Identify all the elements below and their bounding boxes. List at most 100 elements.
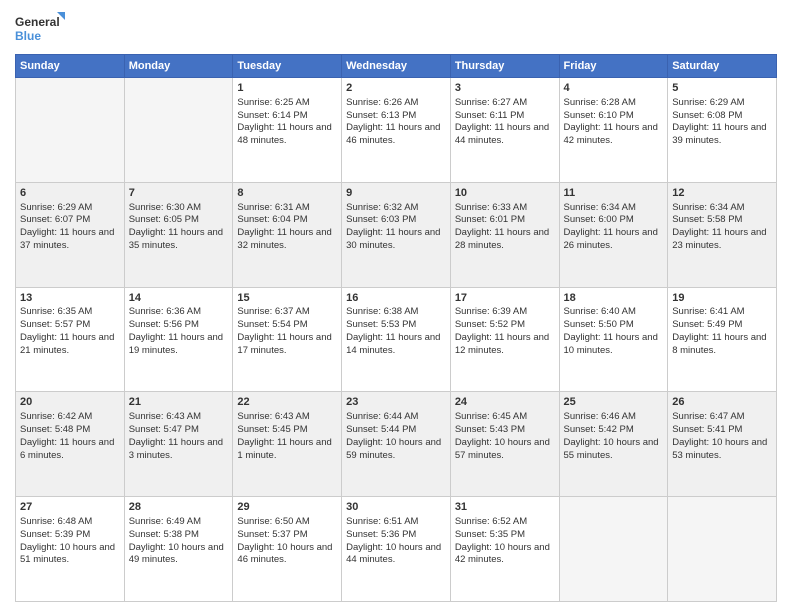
- day-info: Sunset: 5:49 PM: [672, 319, 772, 332]
- calendar-cell: 12Sunrise: 6:34 AMSunset: 5:58 PMDayligh…: [668, 182, 777, 287]
- day-info: Sunset: 6:14 PM: [237, 110, 337, 123]
- day-info: Daylight: 11 hours and 37 minutes.: [20, 227, 120, 253]
- day-info: Sunset: 5:48 PM: [20, 424, 120, 437]
- day-info: Sunrise: 6:43 AM: [237, 411, 337, 424]
- day-number: 31: [455, 500, 555, 515]
- day-info: Sunset: 6:11 PM: [455, 110, 555, 123]
- day-number: 9: [346, 186, 446, 201]
- day-number: 27: [20, 500, 120, 515]
- day-info: Sunset: 5:38 PM: [129, 529, 229, 542]
- calendar-cell: 19Sunrise: 6:41 AMSunset: 5:49 PMDayligh…: [668, 287, 777, 392]
- day-info: Sunrise: 6:41 AM: [672, 306, 772, 319]
- weekday-header-saturday: Saturday: [668, 55, 777, 78]
- day-info: Daylight: 11 hours and 32 minutes.: [237, 227, 337, 253]
- calendar-cell: 1Sunrise: 6:25 AMSunset: 6:14 PMDaylight…: [233, 78, 342, 183]
- calendar-cell: 6Sunrise: 6:29 AMSunset: 6:07 PMDaylight…: [16, 182, 125, 287]
- day-number: 5: [672, 81, 772, 96]
- day-info: Daylight: 11 hours and 26 minutes.: [564, 227, 664, 253]
- day-info: Sunrise: 6:29 AM: [672, 97, 772, 110]
- day-info: Sunset: 5:39 PM: [20, 529, 120, 542]
- calendar-cell: 28Sunrise: 6:49 AMSunset: 5:38 PMDayligh…: [124, 497, 233, 602]
- calendar-cell: 20Sunrise: 6:42 AMSunset: 5:48 PMDayligh…: [16, 392, 125, 497]
- day-info: Sunrise: 6:38 AM: [346, 306, 446, 319]
- calendar-cell: 22Sunrise: 6:43 AMSunset: 5:45 PMDayligh…: [233, 392, 342, 497]
- day-number: 21: [129, 395, 229, 410]
- day-number: 14: [129, 291, 229, 306]
- day-info: Sunrise: 6:39 AM: [455, 306, 555, 319]
- day-info: Daylight: 10 hours and 57 minutes.: [455, 437, 555, 463]
- day-info: Sunrise: 6:44 AM: [346, 411, 446, 424]
- calendar-cell: 25Sunrise: 6:46 AMSunset: 5:42 PMDayligh…: [559, 392, 668, 497]
- day-number: 24: [455, 395, 555, 410]
- day-info: Daylight: 11 hours and 28 minutes.: [455, 227, 555, 253]
- day-info: Daylight: 11 hours and 1 minute.: [237, 437, 337, 463]
- calendar-cell: 24Sunrise: 6:45 AMSunset: 5:43 PMDayligh…: [450, 392, 559, 497]
- day-info: Daylight: 11 hours and 30 minutes.: [346, 227, 446, 253]
- day-info: Sunset: 5:50 PM: [564, 319, 664, 332]
- day-info: Sunrise: 6:51 AM: [346, 516, 446, 529]
- day-number: 26: [672, 395, 772, 410]
- day-info: Sunset: 5:53 PM: [346, 319, 446, 332]
- calendar-cell: [16, 78, 125, 183]
- day-info: Daylight: 11 hours and 48 minutes.: [237, 122, 337, 148]
- day-info: Sunset: 5:57 PM: [20, 319, 120, 332]
- day-info: Sunrise: 6:29 AM: [20, 202, 120, 215]
- day-info: Daylight: 11 hours and 21 minutes.: [20, 332, 120, 358]
- day-number: 19: [672, 291, 772, 306]
- day-info: Sunrise: 6:36 AM: [129, 306, 229, 319]
- day-info: Sunrise: 6:25 AM: [237, 97, 337, 110]
- day-number: 6: [20, 186, 120, 201]
- day-info: Sunrise: 6:34 AM: [564, 202, 664, 215]
- day-number: 13: [20, 291, 120, 306]
- day-info: Daylight: 11 hours and 3 minutes.: [129, 437, 229, 463]
- day-info: Sunset: 5:36 PM: [346, 529, 446, 542]
- calendar-week-row: 6Sunrise: 6:29 AMSunset: 6:07 PMDaylight…: [16, 182, 777, 287]
- day-info: Sunrise: 6:32 AM: [346, 202, 446, 215]
- day-info: Daylight: 10 hours and 59 minutes.: [346, 437, 446, 463]
- calendar-cell: 16Sunrise: 6:38 AMSunset: 5:53 PMDayligh…: [342, 287, 451, 392]
- calendar-cell: 30Sunrise: 6:51 AMSunset: 5:36 PMDayligh…: [342, 497, 451, 602]
- day-info: Sunrise: 6:35 AM: [20, 306, 120, 319]
- calendar-cell: 4Sunrise: 6:28 AMSunset: 6:10 PMDaylight…: [559, 78, 668, 183]
- calendar-cell: 3Sunrise: 6:27 AMSunset: 6:11 PMDaylight…: [450, 78, 559, 183]
- day-number: 4: [564, 81, 664, 96]
- day-number: 3: [455, 81, 555, 96]
- day-info: Daylight: 11 hours and 10 minutes.: [564, 332, 664, 358]
- day-info: Sunset: 6:03 PM: [346, 214, 446, 227]
- calendar-cell: 10Sunrise: 6:33 AMSunset: 6:01 PMDayligh…: [450, 182, 559, 287]
- day-info: Sunset: 5:35 PM: [455, 529, 555, 542]
- page: General Blue SundayMondayTuesdayWednesda…: [0, 0, 792, 612]
- calendar-cell: 8Sunrise: 6:31 AMSunset: 6:04 PMDaylight…: [233, 182, 342, 287]
- calendar-table: SundayMondayTuesdayWednesdayThursdayFrid…: [15, 54, 777, 602]
- day-number: 23: [346, 395, 446, 410]
- day-info: Daylight: 11 hours and 44 minutes.: [455, 122, 555, 148]
- day-info: Daylight: 11 hours and 19 minutes.: [129, 332, 229, 358]
- day-info: Sunset: 6:01 PM: [455, 214, 555, 227]
- day-number: 10: [455, 186, 555, 201]
- calendar-cell: 7Sunrise: 6:30 AMSunset: 6:05 PMDaylight…: [124, 182, 233, 287]
- weekday-header-friday: Friday: [559, 55, 668, 78]
- day-number: 22: [237, 395, 337, 410]
- calendar-cell: 18Sunrise: 6:40 AMSunset: 5:50 PMDayligh…: [559, 287, 668, 392]
- day-info: Daylight: 10 hours and 42 minutes.: [455, 542, 555, 568]
- day-info: Daylight: 11 hours and 14 minutes.: [346, 332, 446, 358]
- day-info: Sunset: 6:13 PM: [346, 110, 446, 123]
- day-number: 7: [129, 186, 229, 201]
- day-info: Sunset: 5:47 PM: [129, 424, 229, 437]
- calendar-cell: 27Sunrise: 6:48 AMSunset: 5:39 PMDayligh…: [16, 497, 125, 602]
- calendar-cell: 23Sunrise: 6:44 AMSunset: 5:44 PMDayligh…: [342, 392, 451, 497]
- calendar-week-row: 20Sunrise: 6:42 AMSunset: 5:48 PM Dayligh…: [16, 392, 777, 497]
- day-number: 20: [20, 395, 120, 410]
- day-info: Sunrise: 6:46 AM: [564, 411, 664, 424]
- day-info: Daylight: 11 hours and 17 minutes.: [237, 332, 337, 358]
- day-info: Sunrise: 6:42 AM: [20, 411, 120, 424]
- day-info: Sunset: 5:54 PM: [237, 319, 337, 332]
- day-info: Sunset: 5:41 PM: [672, 424, 772, 437]
- day-info: Sunset: 6:04 PM: [237, 214, 337, 227]
- svg-text:Blue: Blue: [15, 29, 41, 43]
- day-info: Sunrise: 6:47 AM: [672, 411, 772, 424]
- day-number: 28: [129, 500, 229, 515]
- calendar-cell: [124, 78, 233, 183]
- calendar-cell: 15Sunrise: 6:37 AMSunset: 5:54 PMDayligh…: [233, 287, 342, 392]
- day-number: 11: [564, 186, 664, 201]
